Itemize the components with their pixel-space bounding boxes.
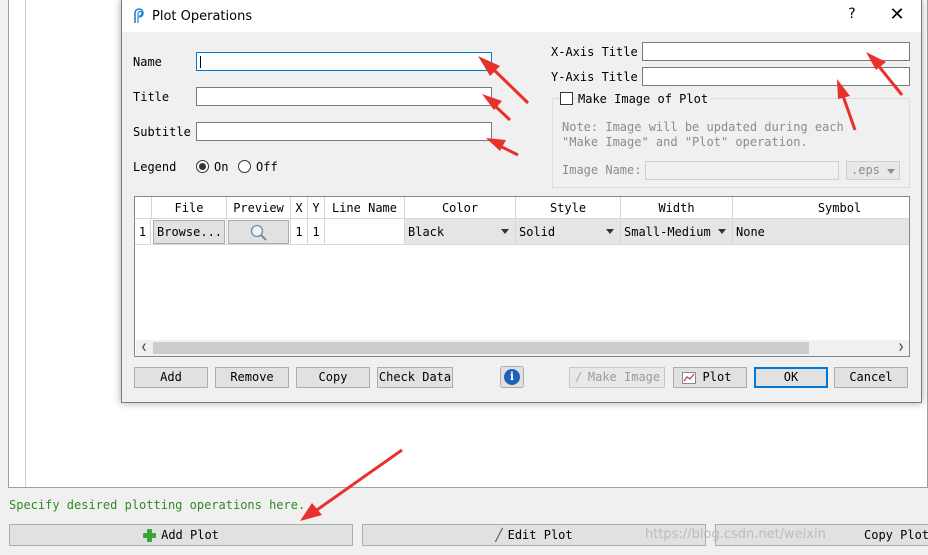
chart-icon xyxy=(682,372,696,384)
title-input[interactable] xyxy=(196,87,492,106)
x-cell[interactable]: 1 xyxy=(291,219,308,245)
subtitle-label: Subtitle xyxy=(133,125,191,139)
text-caret xyxy=(200,56,201,68)
width-value: Small-Medium xyxy=(624,225,711,239)
legend-label: Legend xyxy=(133,160,177,174)
brush-icon: ∕ xyxy=(575,370,583,384)
scroll-left-icon[interactable]: ❮ xyxy=(136,340,152,356)
image-format-select[interactable]: .eps xyxy=(846,161,900,180)
table-corner xyxy=(135,197,152,219)
column-header-symbol[interactable]: Symbol xyxy=(733,197,909,219)
make-image-button: ∕ Make Image xyxy=(569,367,665,388)
column-header-style[interactable]: Style xyxy=(516,197,621,219)
copy-button[interactable]: Copy xyxy=(296,367,370,388)
scroll-right-icon[interactable]: ❯ xyxy=(893,340,909,356)
column-header-y[interactable]: Y xyxy=(308,197,325,219)
file-cell: Browse... xyxy=(152,219,227,245)
color-value: Black xyxy=(408,225,445,239)
browse-button[interactable]: Browse... xyxy=(153,220,225,244)
app-logo-icon xyxy=(134,8,144,23)
name-input[interactable] xyxy=(196,52,492,71)
help-button[interactable]: ? xyxy=(840,6,864,26)
image-format-value: .eps xyxy=(851,163,880,177)
panel-divider xyxy=(25,0,26,487)
preview-cell xyxy=(227,219,291,245)
image-name-input[interactable] xyxy=(645,161,839,180)
row-header[interactable]: 1 xyxy=(135,219,151,245)
legend-off-radio[interactable] xyxy=(238,160,251,173)
chevron-down-icon xyxy=(887,169,895,174)
chevron-down-icon xyxy=(501,229,509,234)
scrollbar-thumb[interactable] xyxy=(153,342,809,354)
close-button[interactable]: ✕ xyxy=(884,4,910,28)
subtitle-input[interactable] xyxy=(196,122,492,141)
preview-button[interactable] xyxy=(228,220,289,244)
image-name-label: Image Name: xyxy=(562,163,642,177)
make-image-label[interactable]: Make Image of Plot xyxy=(578,92,712,106)
check-data-button[interactable]: Check Data xyxy=(377,367,453,388)
chevron-down-icon xyxy=(606,229,614,234)
plot-button[interactable]: Plot xyxy=(673,367,747,388)
column-header-line-name[interactable]: Line Name xyxy=(325,197,405,219)
info-button[interactable]: i xyxy=(500,366,524,388)
plot-button-label: Plot xyxy=(702,370,732,384)
horizontal-scrollbar[interactable]: ❮ ❯ xyxy=(136,340,909,356)
dialog-titlebar[interactable]: Plot Operations ? ✕ xyxy=(122,0,921,32)
plot-operations-dialog: Plot Operations ? ✕ Name Title Subtitle … xyxy=(121,0,922,403)
image-note-line1: Note: Image will be updated during each xyxy=(562,120,844,134)
magnifier-icon xyxy=(250,224,267,241)
column-header-preview[interactable]: Preview xyxy=(227,197,291,219)
info-icon: i xyxy=(504,369,520,385)
title-label: Title xyxy=(133,90,170,104)
add-plot-button[interactable]: Add Plot xyxy=(9,524,353,546)
add-plot-label: Add Plot xyxy=(161,528,219,542)
y-cell[interactable]: 1 xyxy=(308,219,325,245)
symbol-select[interactable]: None xyxy=(733,219,909,245)
style-select[interactable]: Solid xyxy=(516,219,621,245)
line-name-cell[interactable] xyxy=(325,219,405,245)
color-select[interactable]: Black xyxy=(405,219,516,245)
dialog-title: Plot Operations xyxy=(152,9,253,24)
legend-on-radio[interactable] xyxy=(196,160,209,173)
column-header-color[interactable]: Color xyxy=(405,197,516,219)
column-header-width[interactable]: Width xyxy=(621,197,733,219)
symbol-value: None xyxy=(736,225,765,239)
status-message: Specify desired plotting operations here… xyxy=(9,498,306,512)
cancel-button[interactable]: Cancel xyxy=(834,367,908,388)
add-button[interactable]: Add xyxy=(134,367,208,388)
edit-plot-label: Edit Plot xyxy=(507,528,573,542)
watermark: https://blog.csdn.net/weixin xyxy=(645,527,826,542)
plot-lines-table: File Preview X Y Line Name Color Style W… xyxy=(134,196,910,357)
column-header-x[interactable]: X xyxy=(291,197,308,219)
pencil-icon: ╱ xyxy=(495,528,503,542)
chevron-down-icon xyxy=(718,229,726,234)
remove-button[interactable]: Remove xyxy=(215,367,289,388)
plus-icon xyxy=(143,528,157,542)
ok-button[interactable]: OK xyxy=(754,367,828,388)
y-axis-title-input[interactable] xyxy=(642,67,910,86)
make-image-button-label: Make Image xyxy=(587,370,661,384)
image-note-line2: "Make Image" and "Plot" operation. xyxy=(562,135,808,149)
legend-off-label[interactable]: Off xyxy=(256,160,278,174)
x-axis-title-input[interactable] xyxy=(642,42,910,61)
name-label: Name xyxy=(133,55,162,69)
style-value: Solid xyxy=(519,225,556,239)
width-select[interactable]: Small-Medium xyxy=(621,219,733,245)
y-axis-title-label: Y-Axis Title xyxy=(551,70,638,84)
make-image-checkbox[interactable] xyxy=(560,92,573,105)
legend-on-label[interactable]: On xyxy=(214,160,228,174)
column-header-file[interactable]: File xyxy=(152,197,227,219)
x-axis-title-label: X-Axis Title xyxy=(551,45,638,59)
copy-plot-label: Copy Plot xyxy=(864,528,928,542)
